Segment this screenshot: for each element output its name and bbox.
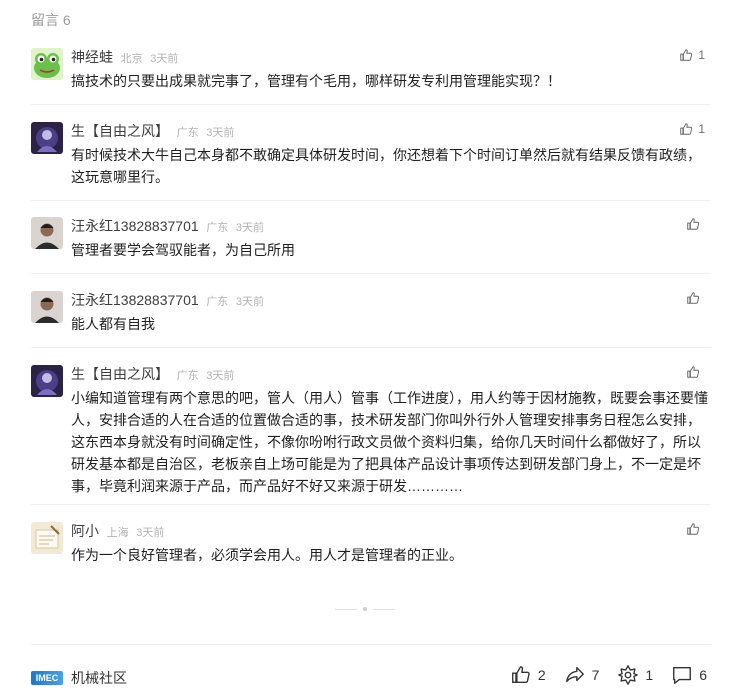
like-count: 1: [698, 122, 705, 136]
thumbs-up-icon: [687, 366, 700, 378]
commenter-location: 广东: [176, 127, 199, 139]
commenter-name[interactable]: 汪永红13828837701: [71, 218, 199, 234]
comment-text: 有时候技术大牛自己本身都不敢确定具体研发时间，你还想着下个时间订单然后就有结果反…: [71, 147, 701, 185]
thumbs-up-icon: [680, 49, 693, 61]
divider: [31, 200, 711, 201]
avatar[interactable]: [31, 365, 63, 397]
commenter-location: 广东: [176, 370, 199, 382]
avatar[interactable]: [31, 122, 63, 154]
commenter-name[interactable]: 阿小: [71, 523, 99, 539]
divider: [31, 273, 711, 274]
thumbs-up-icon: [687, 218, 700, 230]
commenter-location: 广东: [206, 222, 229, 234]
avatar[interactable]: [31, 48, 63, 80]
footer-bar: IMEC 机械社区 2 7 1 6: [31, 662, 711, 692]
comment-text: 作为一个良好管理者，必须学会用人。用人才是管理者的正业。: [71, 547, 463, 563]
like-button[interactable]: 1: [679, 122, 705, 136]
thumbs-up-icon: [511, 666, 530, 684]
commenter-location: 上海: [106, 527, 129, 539]
share-arrow-icon: [565, 666, 584, 683]
footer-divider: [31, 644, 711, 645]
commenter-name[interactable]: 汪永红13828837701: [71, 292, 199, 308]
like-article-button[interactable]: 2: [510, 664, 546, 686]
dark-portrait-avatar-icon: [31, 365, 63, 397]
frog-avatar-icon: [31, 48, 63, 80]
comment-bubble-icon: [673, 666, 692, 684]
commenter-location: 北京: [120, 53, 143, 65]
article-like-count: 2: [537, 667, 546, 683]
comment-text: 搞技术的只要出成果就完事了，管理有个毛用，哪样研发专利用管理能实现？！: [71, 73, 561, 89]
commenter-name[interactable]: 生【自由之风】: [71, 123, 169, 139]
dark-portrait-avatar-icon: [31, 122, 63, 154]
comment-time: 3天前: [150, 53, 179, 65]
pager-bar: [373, 608, 395, 610]
man-portrait-avatar-icon: [31, 291, 63, 323]
pager-dot: [363, 607, 367, 611]
recommend-button[interactable]: 1: [617, 664, 653, 686]
commenter-name[interactable]: 生【自由之风】: [71, 366, 169, 382]
man-portrait-avatar-icon: [31, 217, 63, 249]
divider: [31, 504, 711, 505]
comment-time: 3天前: [136, 527, 165, 539]
thumbs-up-icon: [687, 523, 700, 535]
avatar[interactable]: [31, 217, 63, 249]
comment-time: 3天前: [206, 370, 235, 382]
pager-bar: [335, 608, 357, 610]
comment-time: 3天前: [206, 127, 235, 139]
brand[interactable]: IMEC 机械社区: [31, 668, 127, 688]
share-button[interactable]: 7: [564, 664, 600, 686]
loading-indicator: [335, 607, 395, 611]
flower-recommend-icon: [618, 665, 639, 685]
comment-time: 3天前: [235, 296, 265, 308]
like-count: 1: [698, 48, 705, 62]
like-button[interactable]: [686, 291, 705, 305]
pen-paper-avatar-icon: [31, 522, 63, 554]
comment-text: 管理者要学会驾驭能者，为自己所用: [71, 242, 295, 258]
comment-text: 小编知道管理有两个意思的吧，管人（用人）管事（工作进度），用人约等于因材施教，既…: [71, 390, 708, 494]
like-button[interactable]: [686, 522, 705, 536]
commenter-location: 广东: [206, 296, 229, 308]
comment-button[interactable]: 6: [671, 664, 707, 686]
like-button[interactable]: [686, 365, 705, 379]
divider: [31, 104, 711, 105]
divider: [31, 347, 711, 348]
avatar[interactable]: [31, 522, 63, 554]
share-count: 7: [591, 667, 600, 683]
thumbs-up-icon: [687, 292, 700, 304]
brand-name[interactable]: 机械社区: [71, 668, 127, 688]
recommend-count: 1: [645, 667, 654, 683]
commenter-name[interactable]: 神经蛙: [71, 49, 113, 65]
comment-text: 能人都有自我: [71, 316, 155, 332]
like-button[interactable]: 1: [679, 48, 705, 62]
comments-header: 留言 6: [31, 12, 71, 28]
comment-count: 6: [699, 667, 707, 683]
like-button[interactable]: [686, 217, 705, 231]
thumbs-up-icon: [680, 123, 693, 135]
avatar[interactable]: [31, 291, 63, 323]
brand-logo: IMEC: [31, 671, 63, 685]
comment-time: 3天前: [235, 222, 265, 234]
